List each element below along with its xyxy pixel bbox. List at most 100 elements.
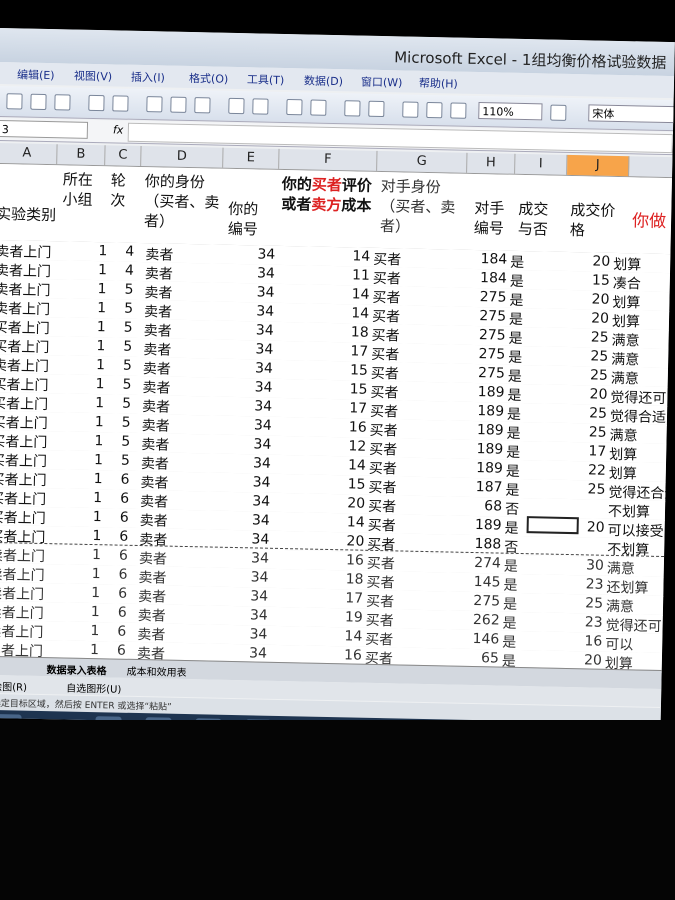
copy-icon[interactable]	[170, 96, 187, 113]
cell-h: 189	[476, 441, 504, 458]
cell-c: 5	[120, 452, 131, 469]
cell-e: 34	[251, 512, 270, 529]
active-cell-outline[interactable]	[526, 516, 579, 535]
column-header-j[interactable]: J	[567, 154, 630, 177]
cell-f: 20	[347, 495, 366, 512]
cell-b: 1	[96, 319, 106, 336]
cell-f: 16	[343, 647, 363, 664]
monitor-bezel	[0, 720, 675, 900]
cell-j	[580, 500, 605, 501]
column-header-h[interactable]: H	[467, 152, 516, 174]
cell-f: 12	[348, 438, 367, 455]
fx-icon[interactable]: fx	[113, 123, 124, 136]
font-selector[interactable]: 宋体	[588, 104, 675, 124]
cell-j: 25	[587, 481, 606, 498]
sheet-tab-data-entry[interactable]: 数据录入表格	[46, 661, 106, 677]
cell-f: 15	[347, 476, 366, 493]
cell-e: 34	[252, 493, 271, 510]
menu-view[interactable]: 视图(V)	[74, 68, 112, 85]
cell-e: 34	[255, 341, 274, 358]
menu-edit[interactable]: 编辑(E)	[17, 66, 55, 83]
column-header-e[interactable]: E	[223, 147, 280, 169]
cell-b: 1	[95, 395, 105, 412]
preview-icon[interactable]	[112, 95, 129, 112]
cell-j: 25	[589, 405, 608, 422]
cell-c: 4	[125, 243, 135, 260]
print-icon[interactable]	[88, 94, 105, 112]
cell-h: 189	[474, 517, 502, 534]
column-header-b[interactable]: B	[57, 144, 106, 166]
cell-b: 1	[92, 528, 102, 545]
column-header-g[interactable]: G	[377, 150, 468, 173]
header-i: 成交与否	[517, 199, 549, 239]
header-f-red2: 卖方	[311, 195, 342, 215]
cell-b: 1	[90, 623, 100, 640]
menu-format[interactable]: 格式(O)	[189, 70, 229, 87]
menu-window[interactable]: 窗口(W)	[361, 74, 403, 91]
drawing-icon[interactable]	[426, 101, 443, 119]
menu-help[interactable]: 帮助(H)	[419, 75, 458, 92]
autosum-icon[interactable]	[310, 99, 327, 116]
cell-c: 6	[118, 547, 129, 564]
office-assistant-icon[interactable]	[550, 104, 567, 121]
open-icon[interactable]	[30, 93, 47, 110]
sort-ascending-icon[interactable]	[344, 100, 361, 117]
column-header-c[interactable]: C	[105, 145, 142, 166]
cell-j: 20	[586, 519, 605, 536]
cell-c: 5	[121, 414, 131, 431]
cell-e: 34	[249, 607, 268, 624]
cell-e: 34	[256, 265, 276, 282]
menu-tools[interactable]: 工具(T)	[247, 71, 285, 88]
cell-c: 6	[119, 528, 129, 545]
cell-b: 1	[98, 243, 108, 260]
cell-f: 16	[348, 419, 367, 436]
cell-f: 18	[345, 571, 364, 588]
cell-f: 14	[344, 628, 363, 645]
cell-h: 184	[480, 251, 508, 268]
cell-c: 5	[122, 376, 132, 393]
cell-f: 17	[349, 400, 368, 417]
hyperlink-icon[interactable]	[286, 99, 303, 116]
new-icon[interactable]	[6, 93, 23, 110]
sheet-tab-cost-utility[interactable]: 成本和效用表	[126, 663, 186, 679]
cell-h: 189	[477, 403, 505, 420]
header-g: 对手身份（买者、卖者）	[379, 177, 456, 236]
menu-insert[interactable]: 插入(I)	[131, 69, 165, 86]
header-a: 实验类别	[0, 204, 57, 225]
cell-b: 1	[93, 490, 103, 507]
cell-f: 19	[344, 609, 363, 626]
draw-menu-button[interactable]: 绘图(R)	[0, 678, 27, 694]
help-icon[interactable]	[450, 102, 467, 119]
cell-c: 5	[123, 319, 133, 336]
header-k: 你做	[631, 211, 667, 232]
column-header-i[interactable]: I	[515, 153, 568, 175]
cell-f: 15	[349, 381, 368, 398]
zoom-box[interactable]: 110%	[478, 102, 543, 121]
header-f-part1: 你的	[281, 174, 312, 194]
cell-c: 4	[124, 262, 135, 279]
cell-b: 1	[90, 604, 100, 621]
cell-j: 25	[588, 424, 607, 441]
cell-e: 34	[253, 417, 272, 434]
cell-j: 22	[587, 462, 607, 479]
column-header-f[interactable]: F	[279, 148, 378, 171]
chart-wizard-icon[interactable]	[402, 101, 419, 118]
cell-e: 34	[256, 303, 275, 320]
name-box[interactable]: 3	[0, 119, 89, 139]
window-title: Microsoft Excel - 1组均衡价格试验数据	[394, 48, 667, 72]
cell-f: 14	[346, 514, 365, 531]
column-header-a[interactable]: A	[0, 142, 58, 165]
menu-data[interactable]: 数据(D)	[304, 72, 343, 89]
redo-icon[interactable]	[252, 98, 269, 115]
undo-icon[interactable]	[228, 97, 245, 115]
paste-icon[interactable]	[194, 97, 211, 114]
cut-icon[interactable]	[146, 96, 163, 113]
header-f-red1: 买者	[311, 175, 343, 195]
cell-c: 5	[122, 357, 133, 374]
save-icon[interactable]	[54, 94, 71, 111]
sort-descending-icon[interactable]	[368, 100, 385, 118]
cell-b: 1	[94, 433, 104, 450]
autoshapes-button[interactable]: 自选图形(U)	[66, 680, 121, 696]
cell-e: 34	[257, 246, 276, 263]
column-header-d[interactable]: D	[141, 145, 224, 168]
